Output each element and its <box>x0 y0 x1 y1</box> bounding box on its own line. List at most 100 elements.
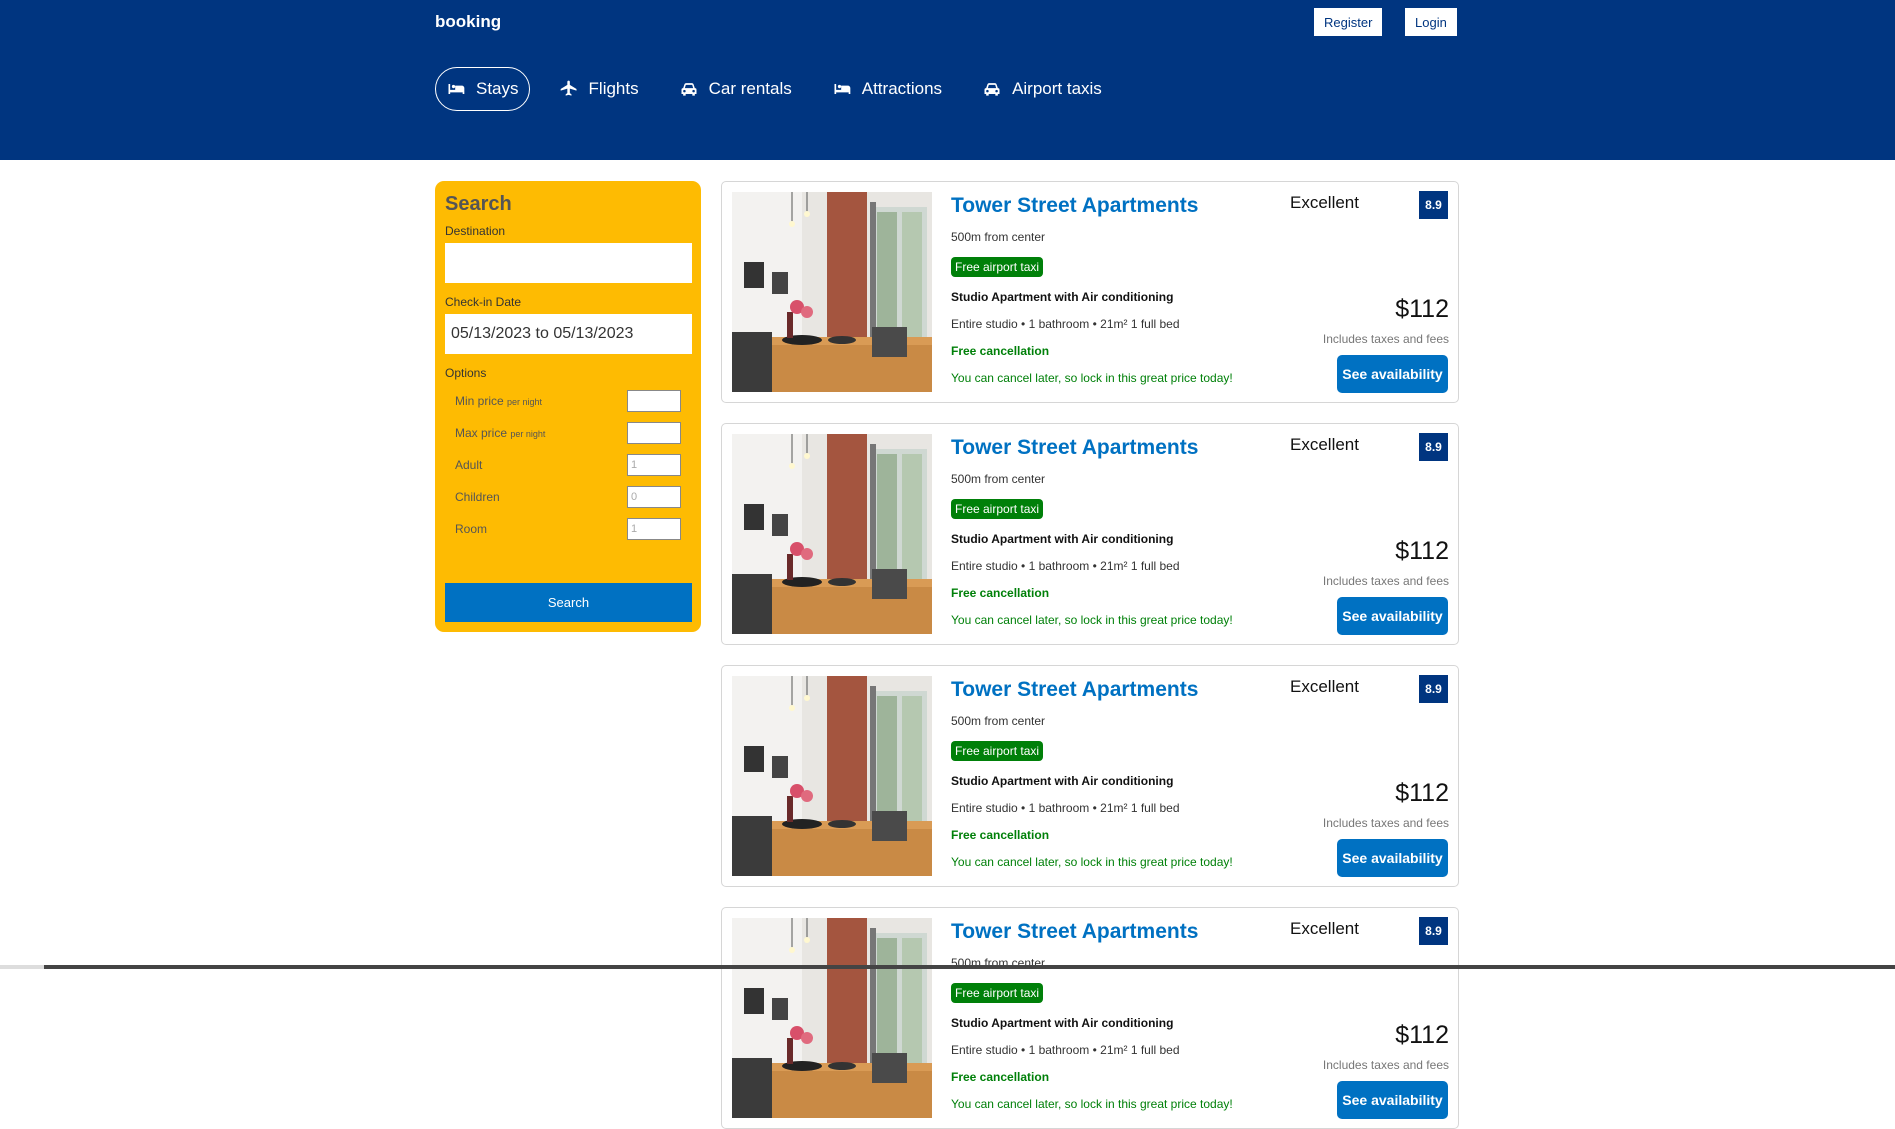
nav-item-airport-taxis[interactable]: Airport taxis <box>971 67 1113 111</box>
scrollbar-thumb[interactable] <box>44 965 1895 969</box>
nav-label: Flights <box>588 79 639 98</box>
rating-score-badge: 8.9 <box>1419 917 1448 945</box>
free-taxi-badge: Free airport taxi <box>951 741 1044 761</box>
nav-label: Stays <box>476 79 519 98</box>
room-features: Entire studio • 1 bathroom • 21m² 1 full… <box>951 1043 1180 1057</box>
see-availability-button[interactable]: See availability <box>1337 597 1448 635</box>
result-card: Tower Street Apartments 500m from center… <box>721 423 1459 645</box>
checkin-date-input[interactable]: 05/13/2023 to 05/13/2023 <box>445 314 692 354</box>
rating-score-badge: 8.9 <box>1419 675 1448 703</box>
result-card: Tower Street Apartments 500m from center… <box>721 181 1459 403</box>
cancellation-note: You can cancel later, so lock in this gr… <box>951 613 1233 627</box>
distance-text: 500m from center <box>951 714 1046 728</box>
login-button[interactable]: Login <box>1405 8 1457 36</box>
distance-text: 500m from center <box>951 230 1046 244</box>
distance-text: 500m from center <box>951 472 1046 486</box>
result-card: Tower Street Apartments 500m from center… <box>721 907 1459 1129</box>
see-availability-button[interactable]: See availability <box>1337 1081 1448 1119</box>
free-cancellation: Free cancellation <box>951 828 1050 842</box>
destination-input[interactable] <box>445 243 692 283</box>
option-row: Children 0 <box>445 481 691 513</box>
car-icon <box>679 79 699 99</box>
free-taxi-badge: Free airport taxi <box>951 983 1044 1003</box>
option-label: Max price per night <box>455 426 546 440</box>
cancellation-note: You can cancel later, so lock in this gr… <box>951 855 1233 869</box>
see-availability-button[interactable]: See availability <box>1337 355 1448 393</box>
room-features: Entire studio • 1 bathroom • 21m² 1 full… <box>951 559 1180 573</box>
nav-label: Airport taxis <box>1012 79 1102 98</box>
free-cancellation: Free cancellation <box>951 1070 1050 1084</box>
price: $112 <box>1395 1021 1449 1049</box>
see-availability-button[interactable]: See availability <box>1337 839 1448 877</box>
bed-icon <box>446 79 466 99</box>
room-type: Studio Apartment with Air conditioning <box>951 532 1174 546</box>
rating-text: Excellent <box>1290 435 1359 454</box>
tax-note: Includes taxes and fees <box>1322 332 1449 346</box>
property-photo-image <box>732 192 932 392</box>
children-input[interactable]: 0 <box>627 486 681 508</box>
cancellation-note: You can cancel later, so lock in this gr… <box>951 1097 1233 1111</box>
option-row: Max price per night <box>445 417 691 449</box>
logo[interactable]: booking <box>435 12 501 32</box>
property-photo[interactable] <box>732 434 932 634</box>
result-card: Tower Street Apartments 500m from center… <box>721 665 1459 887</box>
property-title[interactable]: Tower Street Apartments <box>951 920 1198 944</box>
property-photo-image <box>732 676 932 876</box>
checkin-label: Check-in Date <box>445 295 522 309</box>
property-title[interactable]: Tower Street Apartments <box>951 678 1198 702</box>
options-label: Options <box>445 366 487 380</box>
room-features: Entire studio • 1 bathroom • 21m² 1 full… <box>951 801 1180 815</box>
tax-note: Includes taxes and fees <box>1322 816 1449 830</box>
main-nav: Stays Flights Car rentals Attractions Ai… <box>435 67 1131 111</box>
rating-score-badge: 8.9 <box>1419 433 1448 461</box>
nav-label: Attractions <box>861 79 943 98</box>
room-features: Entire studio • 1 bathroom • 21m² 1 full… <box>951 317 1180 331</box>
top-header: booking Register Login Stays Flights Car… <box>0 0 1895 160</box>
nav-item-car-rentals[interactable]: Car rentals <box>668 67 803 111</box>
min-price-input[interactable] <box>627 390 681 412</box>
room-input[interactable]: 1 <box>627 518 681 540</box>
room-type: Studio Apartment with Air conditioning <box>951 1016 1174 1030</box>
tax-note: Includes taxes and fees <box>1322 574 1449 588</box>
destination-label: Destination <box>445 224 506 238</box>
free-taxi-badge: Free airport taxi <box>951 257 1044 277</box>
options-list: Min price per night Max price per night … <box>445 385 691 545</box>
search-panel: Search Destination Check-in Date 05/13/2… <box>435 181 701 632</box>
property-photo[interactable] <box>732 192 932 392</box>
price: $112 <box>1395 779 1449 807</box>
bottom-scrollbar[interactable] <box>0 965 1895 969</box>
nav-item-flights[interactable]: Flights <box>548 67 650 111</box>
option-label: Children <box>455 490 500 504</box>
rating-score-badge: 8.9 <box>1419 191 1448 219</box>
property-title[interactable]: Tower Street Apartments <box>951 436 1198 460</box>
bed-icon <box>832 79 852 99</box>
search-button[interactable]: Search <box>445 583 692 622</box>
option-row: Min price per night <box>445 385 691 417</box>
max-price-input[interactable] <box>627 422 681 444</box>
free-cancellation: Free cancellation <box>951 586 1050 600</box>
free-taxi-badge: Free airport taxi <box>951 499 1044 519</box>
nav-label: Car rentals <box>708 79 792 98</box>
rating-text: Excellent <box>1290 677 1359 696</box>
property-photo[interactable] <box>732 676 932 876</box>
property-photo[interactable] <box>732 918 932 1118</box>
property-photo-image <box>732 434 932 634</box>
rating-text: Excellent <box>1290 193 1359 212</box>
adult-input[interactable]: 1 <box>627 454 681 476</box>
nav-item-stays[interactable]: Stays <box>435 67 530 111</box>
search-title: Search <box>445 193 512 215</box>
property-title[interactable]: Tower Street Apartments <box>951 194 1198 218</box>
plane-icon <box>559 79 579 99</box>
option-label: Min price per night <box>455 394 543 408</box>
room-type: Studio Apartment with Air conditioning <box>951 774 1174 788</box>
nav-item-attractions[interactable]: Attractions <box>821 67 953 111</box>
register-button[interactable]: Register <box>1314 8 1383 36</box>
tax-note: Includes taxes and fees <box>1322 1058 1449 1072</box>
taxi-icon <box>982 79 1002 99</box>
option-row: Room 1 <box>445 513 691 545</box>
room-type: Studio Apartment with Air conditioning <box>951 290 1174 304</box>
option-label: Adult <box>455 458 483 472</box>
option-label: Room <box>455 522 488 536</box>
option-row: Adult 1 <box>445 449 691 481</box>
price: $112 <box>1395 295 1449 323</box>
